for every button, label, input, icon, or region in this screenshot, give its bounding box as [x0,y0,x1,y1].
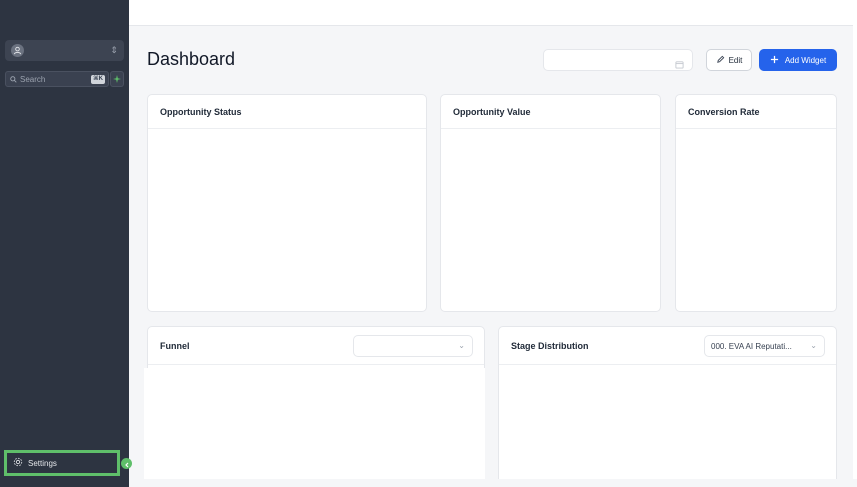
calendar-icon [675,56,684,74]
edit-label: Edit [728,55,743,65]
settings-label: Settings [28,458,57,468]
add-widget-button[interactable]: Add Widget [759,49,837,71]
chevron-updown-icon: ⇕ [110,45,118,55]
stage-distribution-card: Stage Distribution 000. EVA AI Reputati.… [498,326,837,487]
right-edge [853,0,857,487]
gear-icon [13,454,23,472]
settings-button[interactable]: Settings [4,450,120,476]
card-title: Opportunity Status [148,95,426,129]
date-range-picker[interactable] [543,49,693,71]
search-placeholder: Search [20,74,46,84]
page-title: Dashboard [147,49,236,69]
funnel-body [144,368,485,487]
opportunity-value-card: Opportunity Value [440,94,661,312]
shortcut-badge: ⌘K [91,75,105,84]
conversion-rate-card: Conversion Rate [675,94,837,312]
search-input[interactable]: Search ⌘K [5,71,109,87]
top-bar [129,0,853,26]
pencil-icon [716,55,725,66]
chevron-left-icon [124,455,130,473]
select-value: 000. EVA AI Reputati... [711,341,792,351]
chevron-down-icon: ⌄ [810,341,817,350]
edit-button[interactable]: Edit [706,49,752,71]
chevron-down-icon: ⌄ [458,341,465,350]
add-widget-label: Add Widget [784,55,827,65]
card-title: Opportunity Value [441,95,660,129]
sidebar: ⇕ Search ⌘K Settings [0,0,132,487]
funnel-select[interactable]: ⌄ [353,335,473,357]
user-icon [11,44,24,57]
sparkle-icon[interactable] [110,71,124,87]
search-icon [10,70,17,88]
stage-distribution-select[interactable]: 000. EVA AI Reputati... ⌄ [704,335,825,357]
account-switcher[interactable]: ⇕ [5,40,124,61]
bottom-edge [129,479,857,487]
collapse-sidebar-button[interactable] [121,458,132,469]
card-title: Conversion Rate [676,95,836,129]
plus-icon [770,55,779,66]
opportunity-status-card: Opportunity Status [147,94,427,312]
